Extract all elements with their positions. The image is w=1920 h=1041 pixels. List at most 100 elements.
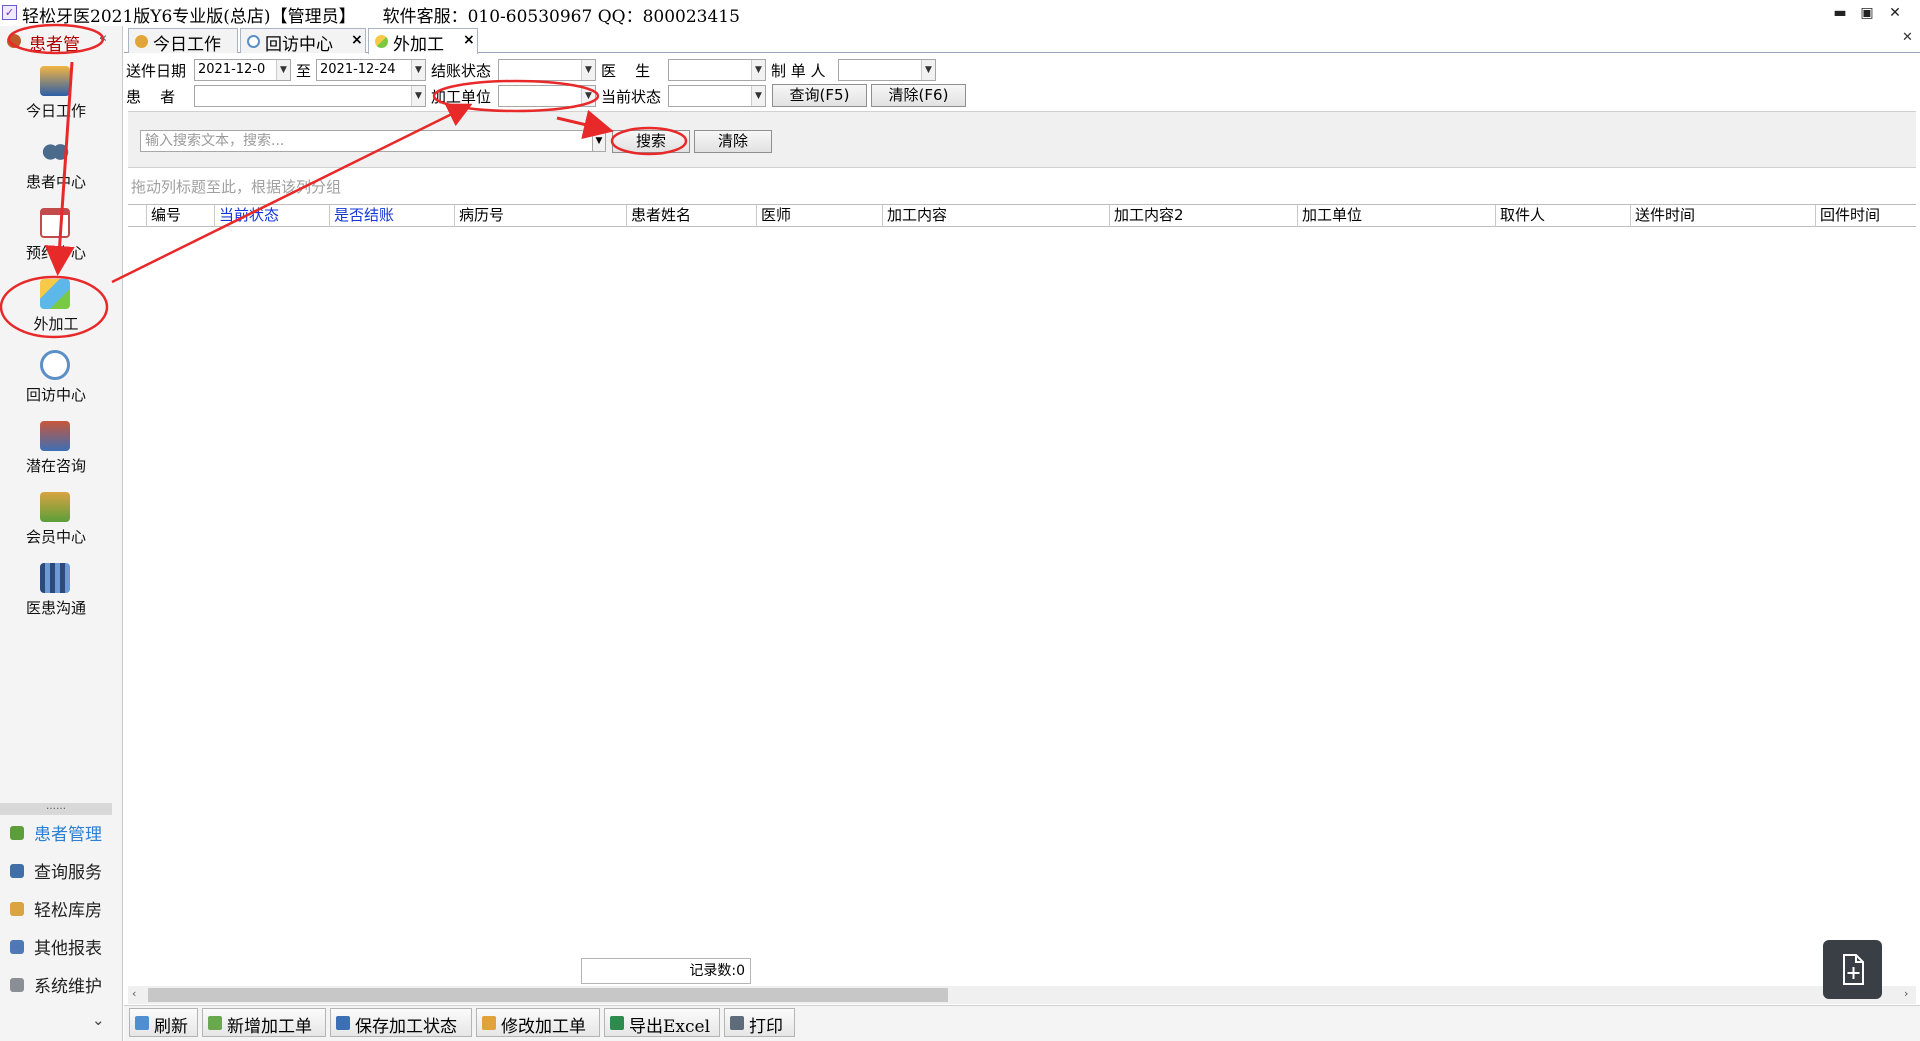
patients-icon — [10, 826, 24, 840]
column-header[interactable]: 是否结账 — [329, 205, 454, 227]
grid-body[interactable] — [128, 227, 1916, 952]
more-modules-icon[interactable]: ⌄ — [92, 1011, 105, 1029]
sidebar-item-member-center[interactable]: 会员中心 — [0, 492, 112, 558]
tab-followup-center[interactable]: 回访中心 × — [240, 28, 366, 55]
scroll-right-icon[interactable]: › — [1904, 987, 1908, 1000]
lab-unit-select[interactable]: ▼ — [498, 85, 596, 107]
module-other-reports[interactable]: 其他报表 — [10, 933, 118, 961]
record-count: 记录数:0 — [581, 958, 751, 984]
worker-icon — [135, 35, 148, 48]
tab-close-icon[interactable]: × — [463, 32, 475, 48]
sidebar-item-label: 回访中心 — [25, 386, 86, 404]
print-button[interactable]: 打印 — [724, 1008, 795, 1037]
module-query-service[interactable]: 查询服务 — [10, 857, 118, 885]
send-date-to-picker[interactable]: 2021-12-24 ▼ — [316, 59, 426, 81]
maintenance-icon — [10, 978, 24, 992]
column-header[interactable]: 加工内容2 — [1109, 205, 1297, 227]
restore-button[interactable]: ▣ — [1855, 2, 1879, 24]
add-order-button[interactable]: 新增加工单 — [202, 1008, 326, 1037]
column-header[interactable]: 取件人 — [1495, 205, 1630, 227]
warehouse-icon — [10, 902, 24, 916]
patient-select[interactable]: ▼ — [194, 85, 426, 107]
edit-order-button[interactable]: 修改加工单 — [476, 1008, 600, 1037]
calendar-icon — [40, 208, 70, 238]
refresh-button[interactable]: 刷新 — [129, 1008, 198, 1037]
scroll-left-icon[interactable]: ‹ — [132, 987, 136, 1000]
toolbar-label: 修改加工单 — [501, 1017, 586, 1037]
chevron-down-icon: ▼ — [751, 60, 765, 80]
chevron-down-icon: ▼ — [581, 86, 595, 106]
column-header[interactable]: 病历号 — [454, 205, 626, 227]
tab-outsourcing[interactable]: 外加工 × — [368, 28, 478, 55]
sidebar-item-outsourcing[interactable]: 外加工 — [0, 279, 112, 345]
sidebar-item-followup-center[interactable]: 回访中心 — [0, 350, 112, 416]
column-header[interactable]: 加工单位 — [1297, 205, 1495, 227]
query-icon — [10, 864, 24, 878]
current-status-select[interactable]: ▼ — [668, 85, 766, 107]
report-icon — [10, 940, 24, 954]
sidebar-item-today-work[interactable]: 今日工作 — [0, 66, 112, 132]
chevron-down-icon: ▼ — [921, 60, 935, 80]
date-range-to-label: 至 — [296, 62, 312, 80]
sidebar-item-label: 潜在咨询 — [25, 457, 86, 475]
sidebar-item-appointment-center[interactable]: 预约中心 — [0, 208, 112, 274]
tab-close-icon[interactable]: × — [351, 32, 363, 48]
column-header[interactable]: 当前状态 — [214, 205, 329, 227]
close-window-button[interactable]: ✕ — [1883, 2, 1907, 24]
new-document-button[interactable] — [1823, 940, 1882, 999]
sidebar-item-potential-consult[interactable]: 潜在咨询 — [0, 421, 112, 487]
doctor-label: 医 生 — [601, 62, 651, 80]
column-header[interactable]: 回件时间 — [1815, 205, 1916, 227]
send-date-from-picker[interactable]: 2021-12-0 ▼ — [194, 59, 291, 81]
close-pane-icon[interactable]: ✕ — [1902, 30, 1913, 45]
cubes-icon — [375, 35, 388, 48]
chevron-down-icon[interactable]: ▼ — [592, 130, 606, 152]
edit-icon — [482, 1016, 496, 1030]
module-label: 轻松库房 — [34, 901, 102, 921]
group-by-hint: 拖动列标题至此，根据该列分组 — [131, 178, 342, 196]
horizontal-scrollbar[interactable]: ‹ › — [128, 986, 1916, 1004]
consult-icon — [40, 421, 70, 451]
minimize-button[interactable]: ▬ — [1828, 2, 1852, 24]
module-patient-management[interactable]: 患者管理 — [10, 819, 118, 847]
export-excel-button[interactable]: 导出Excel — [604, 1008, 720, 1037]
sidebar-item-patient-center[interactable]: 患者中心 — [0, 137, 112, 203]
query-button[interactable]: 查询(F5) — [772, 84, 867, 107]
search-button[interactable]: 搜索 — [612, 130, 690, 153]
lab-unit-label: 加工单位 — [431, 88, 492, 106]
sidebar-header[interactable]: 患者管 « — [2, 28, 117, 55]
clear-filters-button[interactable]: 清除(F6) — [871, 84, 966, 107]
collapse-icon[interactable]: « — [99, 31, 107, 46]
column-header[interactable]: 患者姓名 — [626, 205, 756, 227]
refresh-icon — [40, 350, 70, 380]
module-warehouse[interactable]: 轻松库房 — [10, 895, 118, 923]
doctor-select[interactable]: ▼ — [668, 59, 766, 81]
module-label: 患者管理 — [34, 825, 102, 845]
sidebar-item-label: 外加工 — [33, 315, 79, 333]
toolbar-label: 导出Excel — [629, 1017, 711, 1037]
sidebar-item-label: 会员中心 — [25, 528, 86, 546]
current-status-label: 当前状态 — [601, 88, 662, 106]
save-status-button[interactable]: 保存加工状态 — [330, 1008, 472, 1037]
search-input[interactable]: 输入搜索文本，搜索... — [140, 130, 600, 152]
members-icon — [40, 492, 70, 522]
tab-label: 外加工 — [393, 35, 444, 55]
column-header[interactable]: 医师 — [756, 205, 882, 227]
search-clear-button[interactable]: 清除 — [694, 130, 772, 153]
app-logo-icon: ✓ — [2, 5, 17, 20]
tab-today-work[interactable]: 今日工作 — [128, 28, 238, 55]
scrollbar-thumb[interactable] — [148, 988, 948, 1002]
module-system-maintenance[interactable]: 系统维护 — [10, 971, 118, 999]
sidebar-splitter[interactable]: …… — [0, 802, 112, 815]
tab-label: 今日工作 — [153, 35, 221, 55]
maker-label: 制 单 人 — [771, 62, 826, 80]
send-date-to-value: 2021-12-24 — [320, 62, 396, 77]
new-document-icon — [1843, 954, 1864, 985]
save-icon — [336, 1016, 350, 1030]
sidebar-item-doctor-patient-comm[interactable]: 医患沟通 — [0, 563, 112, 629]
column-header[interactable]: 编号 — [146, 205, 214, 227]
settle-status-select[interactable]: ▼ — [498, 59, 596, 81]
column-header[interactable]: 加工内容 — [882, 205, 1109, 227]
column-header[interactable]: 送件时间 — [1630, 205, 1815, 227]
maker-select[interactable]: ▼ — [838, 59, 936, 81]
